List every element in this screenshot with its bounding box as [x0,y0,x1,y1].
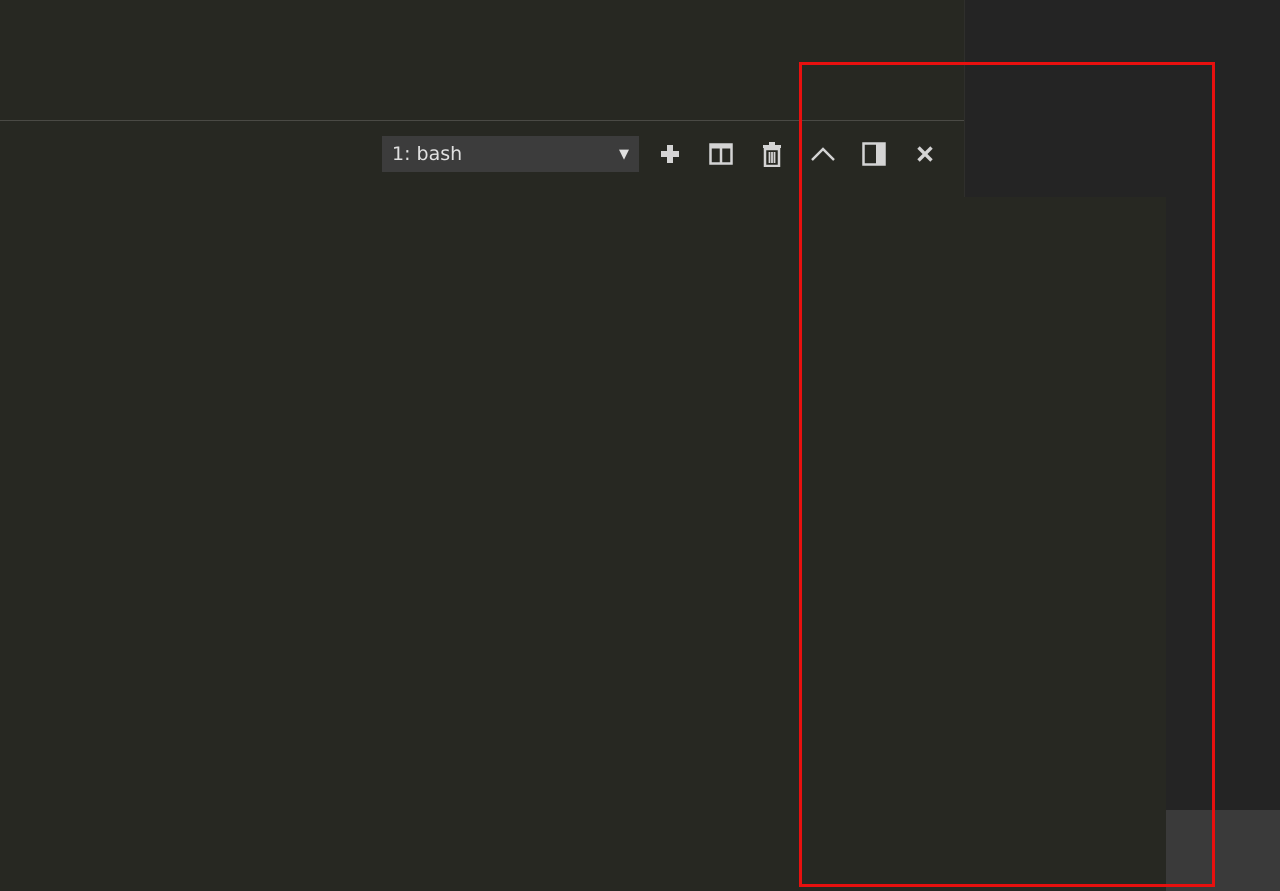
plus-icon [661,145,679,163]
split-icon [709,143,733,165]
new-terminal-button[interactable] [650,136,690,172]
dropdown-arrow-icon: ▼ [619,146,629,162]
close-icon [917,146,933,162]
vscode-window: 1: bash ▼ [0,0,1280,891]
panel-actions-bar: 1: bash ▼ [382,136,945,172]
terminal-selector-value: 1: bash [392,143,463,165]
terminal-area-extension [964,197,1166,891]
split-terminal-button[interactable] [701,136,741,172]
editor-area [0,0,964,120]
kill-terminal-button[interactable] [752,136,792,172]
chevron-up-icon [811,147,835,161]
toggle-panel-position-button[interactable] [854,136,894,172]
close-panel-button[interactable] [905,136,945,172]
trash-icon [763,142,781,167]
terminal-selector-dropdown[interactable]: 1: bash ▼ [382,136,639,172]
maximize-panel-button[interactable] [803,136,843,172]
terminal-panel-body[interactable] [0,121,964,891]
panel-right-icon [862,142,886,166]
scrollbar-thumb[interactable] [1166,810,1280,891]
